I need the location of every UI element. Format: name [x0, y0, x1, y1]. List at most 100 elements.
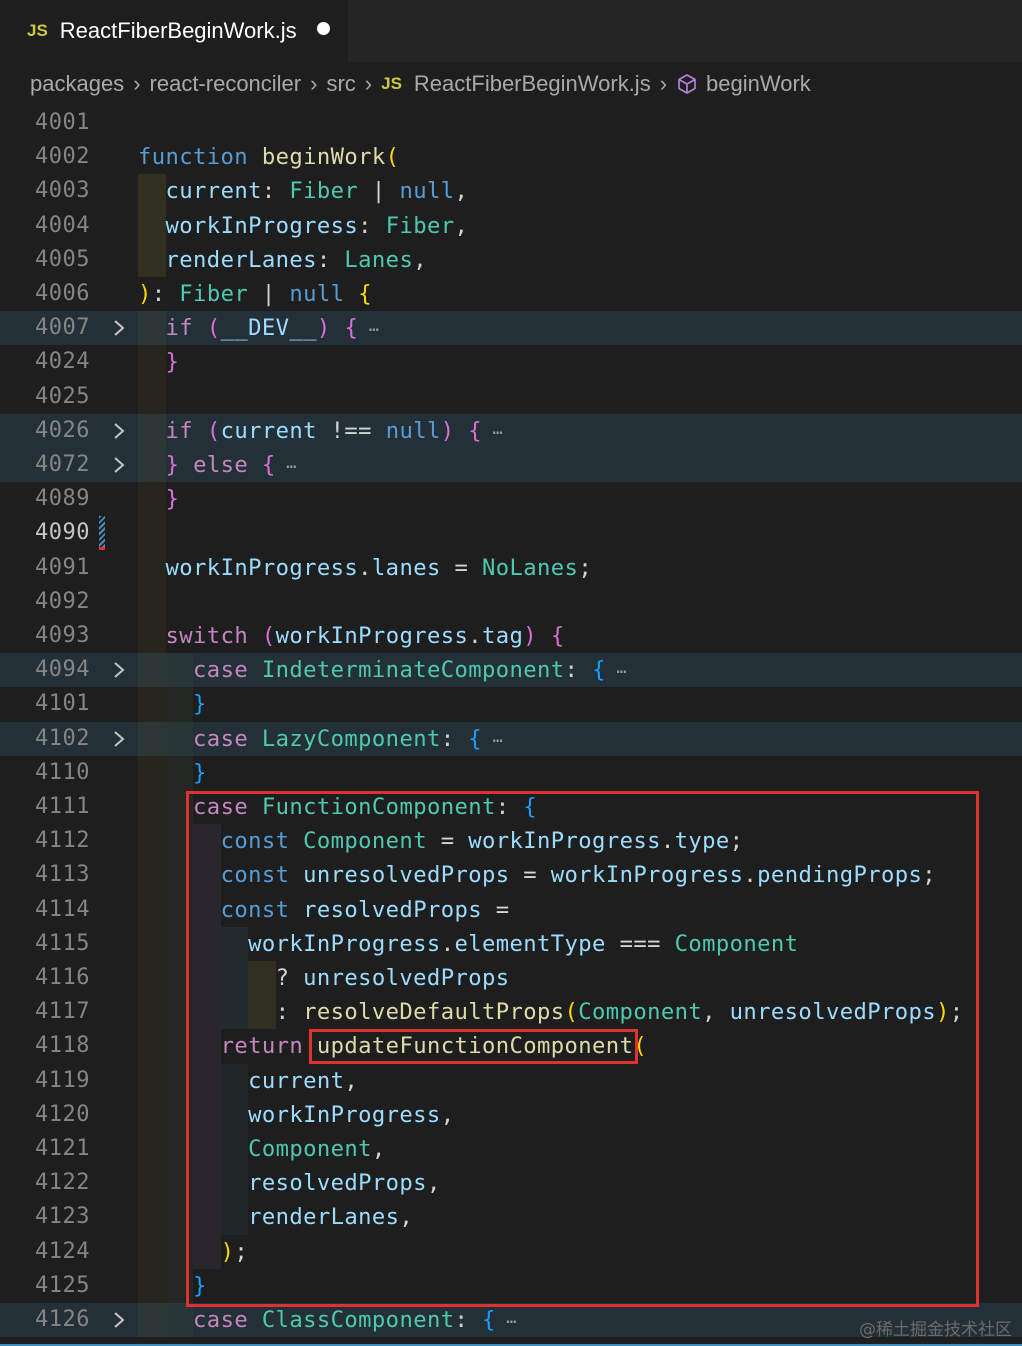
code-token: null [289, 281, 345, 307]
code-token: workInProgress [165, 554, 359, 581]
code-token: if [165, 417, 194, 444]
code-token: | [358, 178, 400, 205]
line-number: 4111 [35, 794, 90, 819]
line-number: 4090 [35, 520, 90, 546]
code-token: LazyComponent [261, 725, 441, 752]
code-token: { [592, 657, 606, 684]
code-token: ⋯ [605, 662, 628, 683]
code-token: : [564, 657, 593, 684]
line-number: 4091 [35, 554, 90, 580]
code-token: ) [523, 623, 538, 649]
code-token: NoLanes [482, 554, 579, 581]
line-number: 4126 [35, 1307, 90, 1332]
unsaved-dot-icon[interactable] [316, 21, 330, 35]
fold-chevron-icon[interactable] [110, 455, 128, 475]
cube-icon [676, 73, 698, 95]
code-text: case ClassComponent: { ⋯ [138, 1305, 517, 1337]
code-line[interactable]: 4006): Fiber | null { [0, 277, 1022, 311]
code-line[interactable]: 4002 function beginWork( [0, 140, 1022, 174]
code-token: ⋯ [358, 320, 380, 341]
code-token: , [454, 212, 469, 239]
line-number: 4122 [35, 1170, 90, 1196]
line-number: 4025 [35, 383, 90, 409]
code-token: Fiber [289, 178, 359, 205]
line-number: 4002 [35, 144, 90, 170]
code-text: switch (workInProgress.tag) { [138, 621, 565, 651]
code-token: { [482, 1307, 496, 1333]
modified-marker [99, 516, 105, 551]
breadcrumb-item-packages[interactable]: packages [30, 71, 124, 97]
code-token: { [261, 452, 276, 478]
fold-chevron-icon[interactable] [110, 660, 128, 680]
code-token: case [193, 1307, 249, 1333]
code-token: : [316, 246, 345, 273]
code-line[interactable]: 4001 [0, 106, 1022, 140]
line-number: 4005 [35, 246, 90, 272]
line-number: 4114 [35, 896, 90, 922]
tab-bar: JS ReactFiberBeginWork.js [0, 0, 1022, 62]
chevron-right-icon: › [133, 71, 141, 96]
code-token: ⋯ [482, 730, 504, 751]
code-token: : [440, 725, 469, 752]
code-token: if [165, 315, 194, 342]
code-text: workInProgress.lanes = NoLanes; [138, 553, 592, 583]
line-number: 4093 [35, 623, 90, 648]
breadcrumb-item-file[interactable]: ReactFiberBeginWork.js [414, 71, 651, 97]
breadcrumb-item-react-reconciler[interactable]: react-reconciler [150, 71, 302, 97]
watermark: @稀土掘金技术社区 [859, 1320, 1012, 1340]
code-token: : [151, 281, 180, 307]
javascript-file-icon: JS [27, 21, 48, 40]
code-token: current [165, 178, 262, 205]
line-number: 4094 [35, 657, 90, 683]
code-token: renderLanes [165, 246, 317, 273]
code-token: ) [440, 417, 455, 444]
code-token: function [138, 144, 249, 171]
tab-label: ReactFiberBeginWork.js [59, 18, 297, 43]
code-token: lanes [371, 554, 441, 581]
code-editor[interactable]: 4001 4002 function beginWork(4003 current:… [0, 106, 1022, 1346]
code-token: case [193, 657, 249, 684]
tab-reactfiberbeginwork[interactable]: JS ReactFiberBeginWork.js [0, 0, 348, 62]
code-token: . [468, 623, 483, 649]
fold-chevron-icon[interactable] [110, 421, 128, 441]
fold-chevron-icon[interactable] [110, 729, 128, 749]
code-token: ( [385, 144, 400, 171]
code-token: ; [578, 554, 593, 581]
code-text: if (__DEV__) { ⋯ [138, 313, 380, 345]
line-number: 4006 [35, 281, 90, 306]
code-token: { [468, 417, 483, 444]
highlight-box-update-function-component [309, 1029, 638, 1064]
chevron-right-icon: › [310, 71, 318, 96]
code-token: switch [165, 623, 249, 649]
chevron-right-icon: › [659, 71, 668, 96]
code-token: ( [206, 315, 221, 342]
indent-guide [138, 174, 166, 277]
code-token: else [193, 452, 249, 478]
code-token: : [261, 178, 290, 205]
code-text: workInProgress: Fiber, [138, 211, 468, 241]
line-number: 4003 [35, 178, 90, 204]
line-number: 4113 [35, 862, 90, 888]
code-token: beginWork [261, 144, 386, 171]
code-text: case IndeterminateComponent: { ⋯ [138, 655, 627, 687]
line-number: 4116 [35, 965, 90, 990]
breadcrumb-item-src[interactable]: src [326, 71, 355, 97]
code-text: function beginWork( [138, 142, 399, 172]
code-token: } [165, 486, 180, 513]
code-token: : [454, 1307, 483, 1333]
code-token: ) [316, 315, 331, 342]
line-number: 4004 [35, 212, 90, 238]
line-number: 4115 [35, 930, 90, 956]
fold-chevron-icon[interactable] [110, 318, 128, 338]
fold-chevron-icon[interactable] [110, 1310, 128, 1330]
code-token: | [248, 281, 290, 307]
breadcrumb-item-symbol[interactable]: beginWork [706, 71, 811, 97]
code-token: ( [206, 417, 221, 444]
code-text: current: Fiber | null, [138, 176, 468, 206]
code-text: if (current !== null) { ⋯ [138, 416, 503, 448]
